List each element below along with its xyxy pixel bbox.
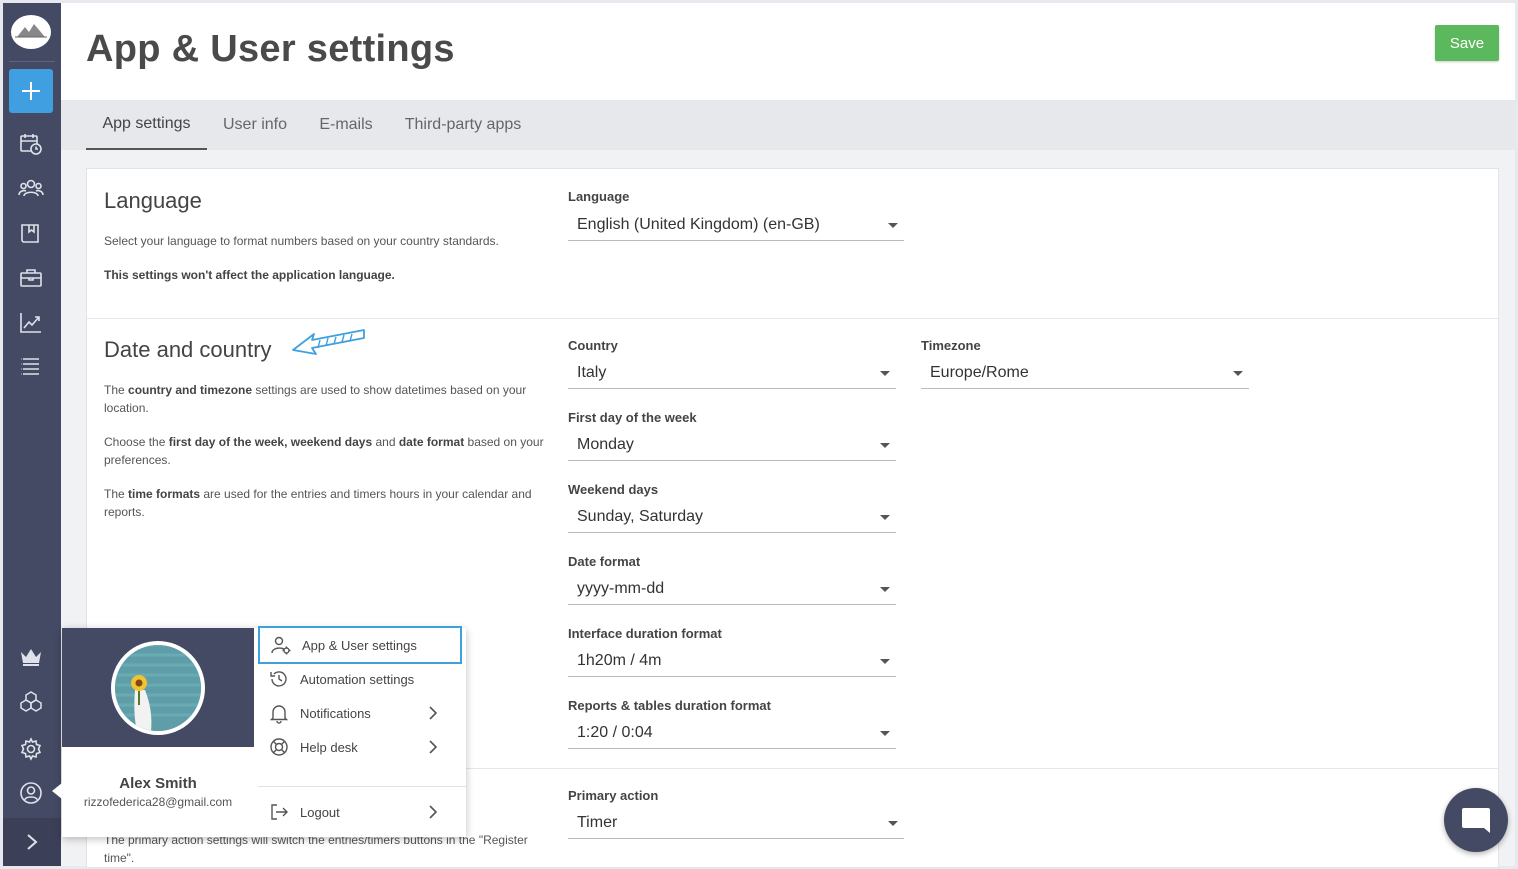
timezone-value: Europe/Rome	[930, 363, 1029, 381]
reports-duration-select[interactable]: 1:20 / 0:04	[568, 717, 896, 749]
country-value: Italy	[577, 363, 607, 381]
briefcase-icon[interactable]	[18, 265, 44, 291]
menu-item-label: App & User settings	[302, 637, 417, 653]
section-title-language: Language	[104, 188, 202, 213]
caret-down-icon	[880, 371, 890, 376]
chat-button[interactable]	[1444, 788, 1508, 852]
user-menu-header	[62, 628, 254, 747]
country-label: Country	[568, 338, 618, 353]
add-button[interactable]	[9, 69, 53, 113]
user-gear-icon	[270, 634, 292, 656]
date-country-desc-2: Choose the first day of the week, weeken…	[104, 435, 544, 467]
bell-icon	[268, 702, 290, 724]
tab-third-party-apps[interactable]: Third-party apps	[401, 100, 525, 150]
date-format-select[interactable]: yyyy-mm-dd	[568, 573, 896, 605]
weekend-days-select[interactable]: Sunday, Saturday	[568, 501, 896, 533]
caret-down-icon	[880, 515, 890, 520]
menu-item-label: Automation settings	[300, 671, 415, 687]
user-email: rizzofederica28@gmail.com	[83, 795, 233, 809]
cubes-icon[interactable]	[18, 689, 44, 715]
language-description: Select your language to format numbers b…	[104, 234, 499, 248]
team-icon[interactable]	[18, 175, 44, 201]
menu-item-help-desk[interactable]: Help desk	[258, 728, 462, 766]
menu-item-app-user-settings[interactable]: App & User settings	[258, 626, 462, 664]
logout-icon	[268, 801, 290, 823]
history-icon	[268, 668, 290, 690]
date-country-desc-3: The time formats are used for the entrie…	[104, 487, 532, 519]
caret-down-icon	[880, 731, 890, 736]
caret-down-icon	[880, 443, 890, 448]
date-country-desc-1: The country and timezone settings are us…	[104, 383, 527, 415]
caret-down-icon	[1233, 371, 1243, 376]
date-format-value: yyyy-mm-dd	[577, 579, 665, 597]
menu-item-label: Notifications	[300, 705, 371, 721]
chat-icon	[1462, 808, 1490, 833]
interface-duration-value: 1h20m / 4m	[577, 651, 662, 669]
lifebuoy-icon	[268, 736, 290, 758]
primary-action-label: Primary action	[568, 788, 659, 803]
sidebar-divider	[9, 61, 55, 62]
user-circle-icon[interactable]	[18, 780, 44, 806]
menu-item-label: Logout	[300, 804, 340, 820]
popup-pointer	[52, 783, 62, 799]
menu-item-label: Help desk	[300, 739, 358, 755]
primary-action-select[interactable]: Timer	[568, 807, 904, 839]
first-day-select[interactable]: Monday	[568, 429, 896, 461]
tab-bar: App settings User info E-mails Third-par…	[61, 100, 1515, 150]
language-note: This settings won't affect the applicati…	[104, 268, 395, 282]
section-title-date-country: Date and country	[104, 337, 272, 362]
list-icon[interactable]	[18, 354, 44, 380]
user-menu-popup: Alex Smith rizzofederica28@gmail.com App…	[62, 626, 466, 837]
tab-user-info[interactable]: User info	[216, 100, 294, 150]
calendar-clock-icon[interactable]	[18, 131, 44, 157]
weekend-days-label: Weekend days	[568, 482, 659, 497]
reports-duration-label: Reports & tables duration format	[568, 698, 771, 713]
plus-icon	[22, 82, 40, 100]
chevron-right-icon	[27, 834, 38, 850]
first-day-value: Monday	[577, 435, 634, 453]
reports-duration-value: 1:20 / 0:04	[577, 723, 653, 741]
weekend-days-value: Sunday, Saturday	[577, 507, 704, 525]
primary-action-value: Timer	[577, 813, 618, 831]
sidebar	[3, 3, 61, 866]
expand-sidebar-button[interactable]	[3, 818, 61, 866]
book-icon[interactable]	[18, 220, 44, 246]
save-button[interactable]: Save	[1435, 25, 1499, 61]
chevron-right-icon	[429, 706, 438, 720]
caret-down-icon	[880, 659, 890, 664]
menu-divider	[258, 786, 466, 787]
menu-item-logout[interactable]: Logout	[258, 793, 462, 831]
caret-down-icon	[888, 821, 898, 826]
menu-item-notifications[interactable]: Notifications	[258, 694, 462, 732]
page-title: App & User settings	[86, 28, 455, 70]
caret-down-icon	[880, 587, 890, 592]
timezone-select[interactable]: Europe/Rome	[921, 357, 1249, 389]
crown-icon[interactable]	[18, 644, 44, 670]
chevron-right-icon	[429, 805, 438, 819]
first-day-label: First day of the week	[568, 410, 697, 425]
app-logo[interactable]	[11, 15, 51, 49]
chevron-right-icon	[429, 740, 438, 754]
section-divider	[87, 318, 1498, 319]
interface-duration-select[interactable]: 1h20m / 4m	[568, 645, 896, 677]
chart-icon[interactable]	[18, 310, 44, 336]
country-select[interactable]: Italy	[568, 357, 896, 389]
timezone-label: Timezone	[921, 338, 981, 353]
date-format-label: Date format	[568, 554, 641, 569]
menu-item-automation-settings[interactable]: Automation settings	[258, 660, 462, 698]
user-name: Alex Smith	[119, 775, 197, 792]
caret-down-icon	[888, 223, 898, 228]
language-label: Language	[568, 189, 630, 204]
tab-app-settings[interactable]: App settings	[86, 100, 207, 150]
language-value: English (United Kingdom) (en-GB)	[577, 215, 820, 233]
interface-duration-label: Interface duration format	[568, 626, 722, 641]
tab-emails[interactable]: E-mails	[313, 100, 379, 150]
language-select[interactable]: English (United Kingdom) (en-GB)	[568, 209, 904, 241]
gear-icon[interactable]	[18, 736, 44, 762]
avatar	[111, 641, 205, 735]
arrow-annotation-icon	[292, 329, 365, 355]
